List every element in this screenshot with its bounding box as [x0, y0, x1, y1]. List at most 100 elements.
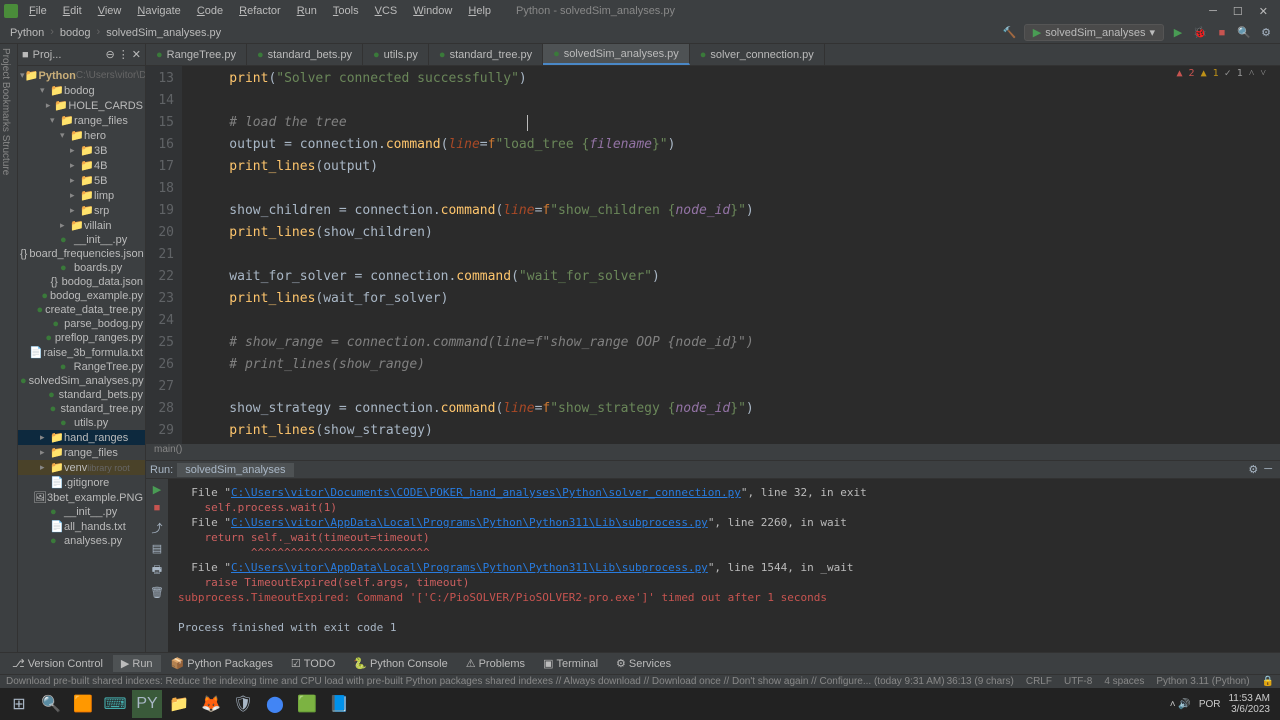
- tree-item[interactable]: ●standard_bets.py: [18, 388, 145, 402]
- tree-item[interactable]: ▸📁range_files: [18, 445, 145, 460]
- tree-item[interactable]: ▸📁4B: [18, 158, 145, 173]
- taskbar-app[interactable]: PY: [132, 690, 162, 718]
- stop-button[interactable]: ■: [154, 502, 161, 514]
- tree-item[interactable]: ▸📁3B: [18, 143, 145, 158]
- tree-item[interactable]: ●boards.py: [18, 261, 145, 275]
- menu-code[interactable]: Code: [192, 3, 228, 19]
- trash-icon[interactable]: 🗑: [150, 586, 164, 599]
- editor-tab[interactable]: ●solvedSim_analyses.py: [543, 44, 690, 65]
- tree-item[interactable]: ●bodog_example.py: [18, 289, 145, 303]
- project-tree[interactable]: ▾📁Python C:\Users\vitor\Docume▾📁bodog▸📁H…: [18, 66, 145, 550]
- search-button[interactable]: 🔍: [36, 690, 66, 718]
- breadcrumb-item[interactable]: Python: [6, 26, 48, 40]
- maximize-icon[interactable]: ☐: [1233, 5, 1243, 18]
- tree-item[interactable]: ▸📁venv library root: [18, 460, 145, 475]
- settings-icon[interactable]: ⚙: [1258, 25, 1274, 41]
- taskbar-app[interactable]: 📁: [164, 690, 194, 718]
- breadcrumb-item[interactable]: solvedSim_analyses.py: [102, 26, 225, 40]
- menu-window[interactable]: Window: [408, 3, 457, 19]
- print-icon[interactable]: 🖶: [152, 561, 162, 580]
- menu-refactor[interactable]: Refactor: [234, 3, 286, 19]
- taskbar-app[interactable]: 🟧: [68, 690, 98, 718]
- bottom-tab-python-packages[interactable]: 📦 Python Packages: [163, 655, 281, 672]
- tree-item[interactable]: ▸📁5B: [18, 173, 145, 188]
- start-button[interactable]: ⊞: [4, 690, 34, 718]
- debug-button[interactable]: 🐞: [1192, 25, 1208, 41]
- tree-item[interactable]: ●solvedSim_analyses.py: [18, 374, 145, 388]
- bottom-tab-terminal[interactable]: ▣ Terminal: [535, 655, 606, 672]
- bottom-tab-python-console[interactable]: 🐍 Python Console: [345, 655, 455, 672]
- tree-item[interactable]: {}board_frequencies.json: [18, 247, 145, 261]
- layout-icon[interactable]: ▤: [152, 542, 162, 555]
- rerun-button[interactable]: ▶: [153, 483, 161, 496]
- tree-item[interactable]: 📄all_hands.txt: [18, 519, 145, 534]
- menu-help[interactable]: Help: [463, 3, 496, 19]
- tree-item[interactable]: ●__init__.py: [18, 233, 145, 247]
- search-icon[interactable]: 🔍: [1236, 25, 1252, 41]
- tree-item[interactable]: ▾📁hero: [18, 128, 145, 143]
- menu-vcs[interactable]: VCS: [370, 3, 403, 19]
- bottom-tab-services[interactable]: ⚙ Services: [608, 655, 679, 672]
- taskbar-app[interactable]: 📘: [324, 690, 354, 718]
- tree-item[interactable]: ▸📁hand_ranges: [18, 430, 145, 445]
- tree-item[interactable]: ●create_data_tree.py: [18, 303, 145, 317]
- taskbar-app[interactable]: ⌨: [100, 690, 130, 718]
- tree-item[interactable]: ●parse_bodog.py: [18, 317, 145, 331]
- editor-tab[interactable]: ●RangeTree.py: [146, 44, 247, 65]
- code-editor[interactable]: 131415161718192021222324252627282930 pri…: [146, 66, 1280, 444]
- taskbar-app[interactable]: 🟩: [292, 690, 322, 718]
- left-stripe[interactable]: Project Bookmarks Structure: [0, 44, 18, 652]
- minimize-icon[interactable]: ─: [1209, 5, 1217, 18]
- tree-item[interactable]: 📄.gitignore: [18, 475, 145, 490]
- editor-tab[interactable]: ●standard_bets.py: [247, 44, 363, 65]
- bottom-tab-todo[interactable]: ☑ TODO: [283, 655, 343, 672]
- menu-navigate[interactable]: Navigate: [132, 3, 185, 19]
- tree-item[interactable]: 🖼3bet_example.PNG: [18, 490, 145, 505]
- status-item[interactable]: UTF-8: [1064, 676, 1092, 687]
- status-message[interactable]: Download pre-built shared indexes: Reduc…: [6, 676, 945, 687]
- warning-count-icon[interactable]: ▲ 1: [1201, 68, 1219, 79]
- stop-button[interactable]: ■: [1214, 25, 1230, 41]
- bottom-tab-version-control[interactable]: ⎇ Version Control: [4, 655, 111, 672]
- tree-root[interactable]: ▾📁Python C:\Users\vitor\Docume: [18, 68, 145, 83]
- menu-file[interactable]: File: [24, 3, 52, 19]
- tree-item[interactable]: {}bodog_data.json: [18, 275, 145, 289]
- tree-item[interactable]: ●RangeTree.py: [18, 360, 145, 374]
- editor-tab[interactable]: ●utils.py: [363, 44, 429, 65]
- bottom-tab-problems[interactable]: ⚠ Problems: [458, 655, 533, 672]
- code-content[interactable]: print("Solver connected successfully") #…: [182, 66, 1280, 444]
- run-tab[interactable]: solvedSim_analyses: [177, 463, 293, 477]
- status-item[interactable]: 4 spaces: [1104, 676, 1144, 687]
- tree-item[interactable]: ▾📁bodog: [18, 83, 145, 98]
- breadcrumb-item[interactable]: bodog: [56, 26, 95, 40]
- tree-item[interactable]: ▸📁villain: [18, 218, 145, 233]
- chevron-up-icon[interactable]: ˄: [1249, 68, 1255, 79]
- taskbar-lang[interactable]: POR: [1199, 699, 1221, 710]
- tree-item[interactable]: ●__init__.py: [18, 505, 145, 519]
- status-item[interactable]: CRLF: [1026, 676, 1052, 687]
- menu-edit[interactable]: Edit: [58, 3, 87, 19]
- editor-breadcrumb[interactable]: main(): [146, 444, 1280, 460]
- tree-item[interactable]: ●standard_tree.py: [18, 402, 145, 416]
- hide-icon[interactable]: ─: [1264, 463, 1272, 476]
- tree-item[interactable]: ●analyses.py: [18, 534, 145, 548]
- chevron-down-icon[interactable]: ˅: [1260, 68, 1266, 79]
- checkmark-icon[interactable]: ✓ 1: [1225, 68, 1243, 79]
- menu-run[interactable]: Run: [292, 3, 322, 19]
- tree-item[interactable]: ▸📁limp: [18, 188, 145, 203]
- menu-tools[interactable]: Tools: [328, 3, 364, 19]
- taskbar-app[interactable]: ⬤: [260, 690, 290, 718]
- status-item[interactable]: Python 3.11 (Python): [1156, 676, 1249, 687]
- lock-icon[interactable]: 🔒: [1262, 676, 1274, 687]
- status-item[interactable]: 36:13 (9 chars): [947, 676, 1014, 687]
- taskbar-app[interactable]: 🦊: [196, 690, 226, 718]
- close-icon[interactable]: ✕: [1259, 5, 1268, 18]
- bottom-tab-run[interactable]: ▶ Run: [113, 655, 161, 672]
- tree-item[interactable]: ●preflop_ranges.py: [18, 331, 145, 345]
- menu-view[interactable]: View: [93, 3, 127, 19]
- build-icon[interactable]: 🔨: [1002, 25, 1018, 41]
- tree-item[interactable]: 📄raise_3b_formula.txt: [18, 345, 145, 360]
- editor-tab[interactable]: ●standard_tree.py: [429, 44, 543, 65]
- tree-item[interactable]: ●utils.py: [18, 416, 145, 430]
- tree-item[interactable]: ▸📁HOLE_CARDS: [18, 98, 145, 113]
